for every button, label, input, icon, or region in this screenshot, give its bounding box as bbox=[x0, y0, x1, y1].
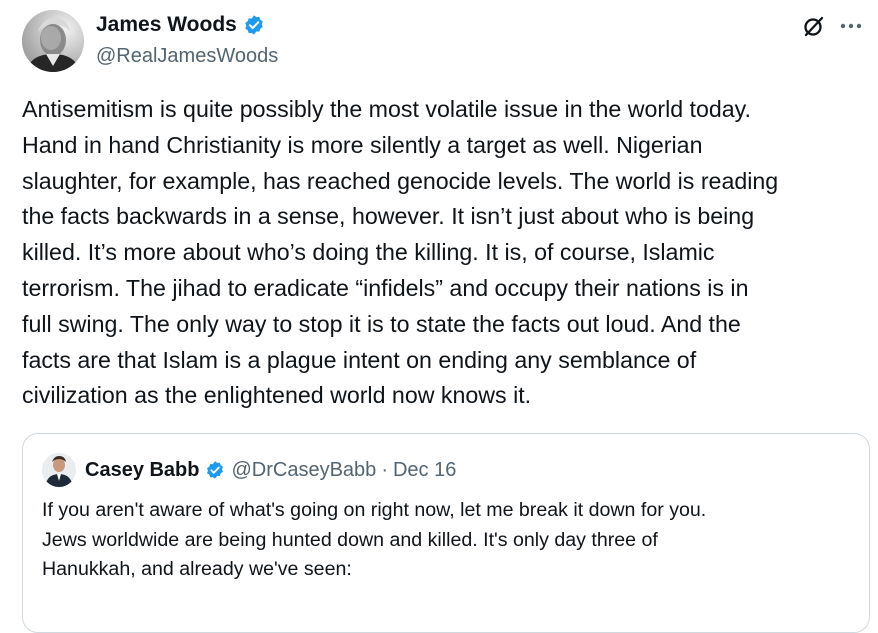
grok-icon[interactable] bbox=[802, 14, 826, 38]
header-actions bbox=[802, 14, 864, 38]
quoted-author-handle[interactable]: @DrCaseyBabb bbox=[232, 457, 377, 483]
quoted-header: Casey Babb @DrCaseyBabb · Dec 16 bbox=[85, 457, 456, 483]
avatar-photo bbox=[22, 10, 84, 72]
tweet-text: Antisemitism is quite possibly the most … bbox=[22, 96, 779, 409]
quoted-author-avatar[interactable] bbox=[42, 453, 76, 487]
author-handle[interactable]: @RealJamesWoods bbox=[96, 43, 278, 69]
quoted-tweet-card[interactable]: Casey Babb @DrCaseyBabb · Dec 16 If you … bbox=[22, 433, 870, 633]
quoted-author-display-name[interactable]: Casey Babb bbox=[85, 457, 200, 483]
author-name-row: James Woods bbox=[96, 12, 265, 38]
verified-badge-icon bbox=[243, 14, 265, 36]
quoted-date[interactable]: Dec 16 bbox=[393, 457, 456, 483]
author-display-name[interactable]: James Woods bbox=[96, 12, 237, 38]
quoted-avatar-photo bbox=[42, 453, 76, 487]
quoted-verified-badge-icon bbox=[205, 460, 225, 480]
tweet: James Woods @RealJamesWoods Antisemitism… bbox=[0, 0, 878, 633]
quoted-separator: · bbox=[381, 459, 388, 481]
more-icon[interactable] bbox=[838, 14, 864, 38]
quoted-tweet-text: If you aren't aware of what's going on r… bbox=[42, 499, 707, 580]
author-avatar[interactable] bbox=[22, 10, 84, 72]
